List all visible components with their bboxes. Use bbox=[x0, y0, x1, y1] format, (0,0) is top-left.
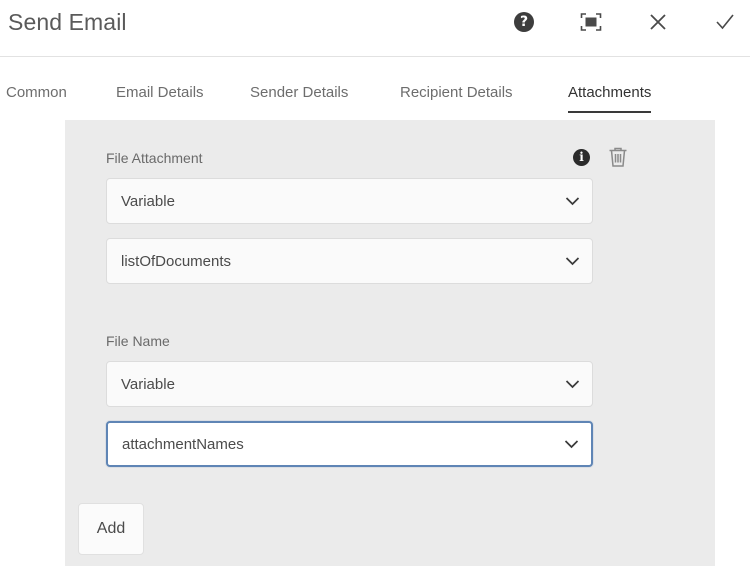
filename-source-dropdown[interactable]: Variable bbox=[106, 361, 593, 407]
tab-email-details[interactable]: Email Details bbox=[116, 84, 204, 113]
close-icon-glyph bbox=[647, 11, 669, 33]
chevron-down-icon bbox=[564, 253, 580, 269]
file-attachment-row-actions: i bbox=[573, 146, 628, 168]
maximize-icon-glyph bbox=[579, 11, 603, 33]
info-icon-glyph: i bbox=[573, 149, 590, 166]
chevron-down-icon bbox=[564, 193, 580, 209]
trash-icon[interactable] bbox=[608, 146, 628, 168]
confirm-icon[interactable] bbox=[712, 9, 738, 35]
file-attachment-label: File Attachment bbox=[106, 150, 203, 166]
close-icon[interactable] bbox=[645, 9, 671, 35]
attachments-panel: File Attachment i Variable listOfDocumen… bbox=[65, 120, 715, 566]
tab-sender-details[interactable]: Sender Details bbox=[250, 84, 348, 113]
header-action-bar: ? bbox=[511, 9, 738, 35]
maximize-icon[interactable] bbox=[578, 9, 604, 35]
add-button[interactable]: Add bbox=[78, 503, 144, 555]
chevron-down-icon bbox=[563, 436, 579, 452]
attachment-source-value: Variable bbox=[121, 193, 564, 210]
filename-variable-dropdown[interactable]: attachmentNames bbox=[106, 421, 593, 467]
attachment-variable-dropdown[interactable]: listOfDocuments bbox=[106, 238, 593, 284]
tab-attachments[interactable]: Attachments bbox=[568, 84, 651, 113]
tab-recipient-details[interactable]: Recipient Details bbox=[400, 84, 513, 113]
attachment-source-dropdown[interactable]: Variable bbox=[106, 178, 593, 224]
page-title: Send Email bbox=[8, 9, 127, 36]
confirm-icon-glyph bbox=[713, 11, 737, 33]
dialog-header: Send Email ? bbox=[0, 0, 750, 57]
info-icon[interactable]: i bbox=[573, 149, 590, 166]
chevron-down-icon bbox=[564, 376, 580, 392]
file-name-label: File Name bbox=[106, 333, 170, 349]
tab-common[interactable]: Common bbox=[6, 84, 67, 113]
filename-variable-value: attachmentNames bbox=[122, 436, 563, 453]
tab-bar: Common Email Details Sender Details Reci… bbox=[0, 84, 750, 120]
filename-source-value: Variable bbox=[121, 376, 564, 393]
help-icon-glyph: ? bbox=[514, 12, 534, 32]
help-icon[interactable]: ? bbox=[511, 9, 537, 35]
trash-icon-glyph bbox=[608, 146, 628, 168]
attachment-variable-value: listOfDocuments bbox=[121, 253, 564, 270]
